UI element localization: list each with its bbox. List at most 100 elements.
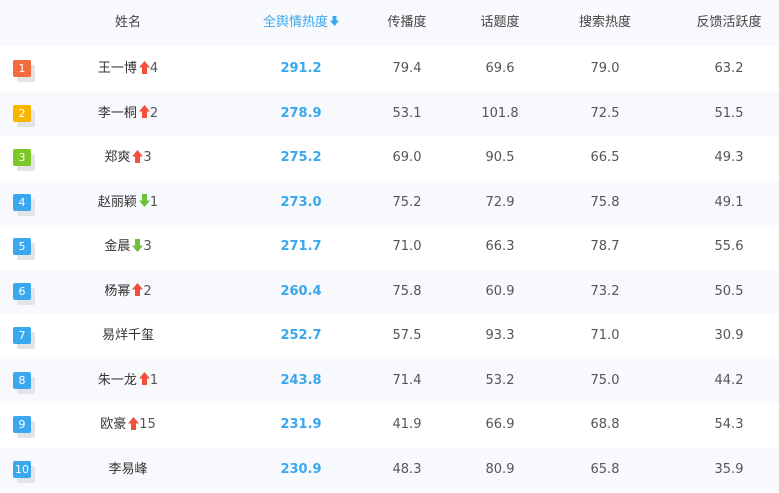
name-cell[interactable]: 欧豪 15: [78, 403, 178, 447]
rank-number: 3: [13, 149, 31, 166]
total-heat-value: 278.9: [280, 105, 322, 121]
total-heat-value: 271.7: [280, 239, 322, 254]
table-row[interactable]: 5 金晨 3 271.7 71.0 66.3 78.7 55.6: [0, 225, 779, 269]
rank-number: 6: [13, 282, 31, 300]
total-heat-value: 243.8: [280, 372, 322, 388]
name-cell[interactable]: 赵丽颖 1: [78, 181, 178, 225]
column-header-feedback[interactable]: 反馈活跃度: [684, 0, 774, 46]
table-row[interactable]: 6 杨幂 2 260.4 75.8 60.9 73.2 50.5: [0, 269, 779, 314]
column-header-name: 姓名: [114, 15, 141, 30]
celebrity-name[interactable]: 杨幂: [104, 284, 130, 299]
rank-badge: 7: [13, 327, 35, 349]
spread-value: 71.0: [392, 239, 422, 254]
rank-change-value: 3: [143, 150, 152, 165]
table-row[interactable]: 9 欧豪 15 231.9 41.9 66.9 68.8 54.3: [0, 403, 779, 447]
column-header-total-label: 全舆情热度: [262, 15, 328, 30]
total-heat-value: 231.9: [280, 417, 322, 432]
name-cell[interactable]: 杨幂 2: [78, 270, 178, 314]
celebrity-name[interactable]: 李一桐: [98, 106, 137, 121]
name-cell[interactable]: 李一桐 2: [78, 92, 178, 136]
table-row[interactable]: 4 赵丽颖 1 273.0 75.2 72.9 75.8 49.1: [0, 180, 779, 225]
rank-number: 4: [13, 193, 31, 211]
celebrity-name[interactable]: 金晨: [104, 239, 130, 254]
feedback-value: 50.5: [714, 283, 744, 299]
rank-change-value: 2: [143, 283, 152, 299]
topic-value: 60.9: [485, 283, 515, 299]
celebrity-name[interactable]: 欧豪: [100, 417, 126, 432]
feedback-value: 49.3: [714, 150, 744, 165]
celebrity-name[interactable]: 王一博: [98, 61, 137, 76]
rank-number: 5: [13, 238, 31, 255]
feedback-value: 44.2: [714, 372, 744, 388]
name-cell[interactable]: 王一博 4: [78, 47, 178, 91]
feedback-value: 35.9: [714, 461, 744, 477]
rank-change-value: 3: [143, 239, 152, 254]
name-cell[interactable]: 易烊千玺: [78, 314, 178, 358]
total-heat-value: 252.7: [280, 328, 322, 343]
rank-number: 9: [13, 416, 31, 433]
topic-value: 53.2: [485, 372, 515, 388]
rank-number: 8: [13, 371, 31, 389]
spread-value: 79.4: [392, 61, 422, 76]
rank-change-value: 2: [149, 105, 159, 121]
spread-value: 41.9: [392, 417, 422, 432]
name-cell[interactable]: 李易峰: [78, 448, 178, 492]
rank-badge: 10: [13, 460, 35, 483]
search-value: 75.8: [590, 194, 620, 210]
search-value: 73.2: [590, 283, 620, 299]
topic-value: 69.6: [485, 61, 515, 76]
table-row[interactable]: 1 王一博 4 291.2 79.4 69.6 79.0 63.2: [0, 47, 779, 91]
celebrity-name[interactable]: 易烊千玺: [102, 328, 154, 343]
rank-change-value: 15: [139, 417, 156, 432]
spread-value: 48.3: [392, 461, 422, 477]
celebrity-name[interactable]: 李易峰: [108, 462, 147, 477]
feedback-value: 30.9: [714, 328, 744, 343]
rank-badge: 2: [13, 104, 35, 127]
total-heat-value: 275.2: [280, 150, 322, 165]
topic-value: 101.8: [481, 105, 519, 121]
name-cell[interactable]: 郑爽 3: [78, 136, 178, 180]
table-row[interactable]: 8 朱一龙 1 243.8 71.4 53.2 75.0 44.2: [0, 358, 779, 403]
column-header-topic[interactable]: 话题度: [467, 0, 533, 46]
search-value: 79.0: [590, 61, 620, 76]
search-value: 65.8: [590, 461, 620, 477]
total-heat-value: 273.0: [280, 194, 322, 210]
feedback-value: 54.3: [714, 417, 744, 432]
rank-badge: 8: [13, 371, 35, 394]
rank-number: 10: [13, 460, 31, 478]
feedback-value: 63.2: [714, 61, 744, 76]
feedback-value: 51.5: [714, 105, 744, 121]
table-row[interactable]: 3 郑爽 3 275.2 69.0 90.5 66.5 49.3: [0, 136, 779, 180]
column-header-search[interactable]: 搜索热度: [565, 0, 645, 46]
topic-value: 66.3: [485, 239, 515, 254]
rank-number: 1: [13, 60, 31, 77]
table-header: 姓名 全舆情热度 传播度 话题度 搜索热度 反馈活跃度: [0, 0, 779, 46]
rank-change-value: 1: [149, 372, 159, 388]
spread-value: 69.0: [392, 150, 422, 165]
rank-badge: 4: [13, 193, 35, 216]
arrow-up-icon: [138, 372, 150, 385]
celebrity-name[interactable]: 赵丽颖: [98, 195, 137, 210]
search-value: 78.7: [590, 239, 620, 254]
table-row[interactable]: 10 李易峰 230.9 48.3 80.9 65.8 35.9: [0, 447, 779, 492]
arrow-down-icon: [330, 16, 339, 26]
celebrity-name[interactable]: 郑爽: [104, 150, 130, 165]
search-value: 72.5: [590, 105, 620, 121]
rank-badge: 6: [13, 282, 35, 305]
celebrity-name[interactable]: 朱一龙: [98, 373, 137, 388]
topic-value: 90.5: [485, 150, 515, 165]
name-cell[interactable]: 朱一龙 1: [78, 359, 178, 403]
column-header-spread[interactable]: 传播度: [374, 0, 440, 46]
topic-value: 80.9: [485, 461, 515, 477]
topic-value: 66.9: [485, 417, 515, 432]
topic-value: 72.9: [485, 194, 515, 210]
spread-value: 53.1: [392, 105, 422, 121]
search-value: 75.0: [590, 372, 620, 388]
table-row[interactable]: 7 易烊千玺 252.7 57.5 93.3 71.0 30.9: [0, 314, 779, 358]
feedback-value: 49.1: [714, 194, 744, 210]
column-header-total[interactable]: 全舆情热度: [248, 0, 354, 46]
name-cell[interactable]: 金晨 3: [78, 225, 178, 269]
spread-value: 71.4: [392, 372, 422, 388]
table-row[interactable]: 2 李一桐 2 278.9 53.1 101.8 72.5 51.5: [0, 91, 779, 136]
rank-number: 7: [13, 327, 31, 344]
